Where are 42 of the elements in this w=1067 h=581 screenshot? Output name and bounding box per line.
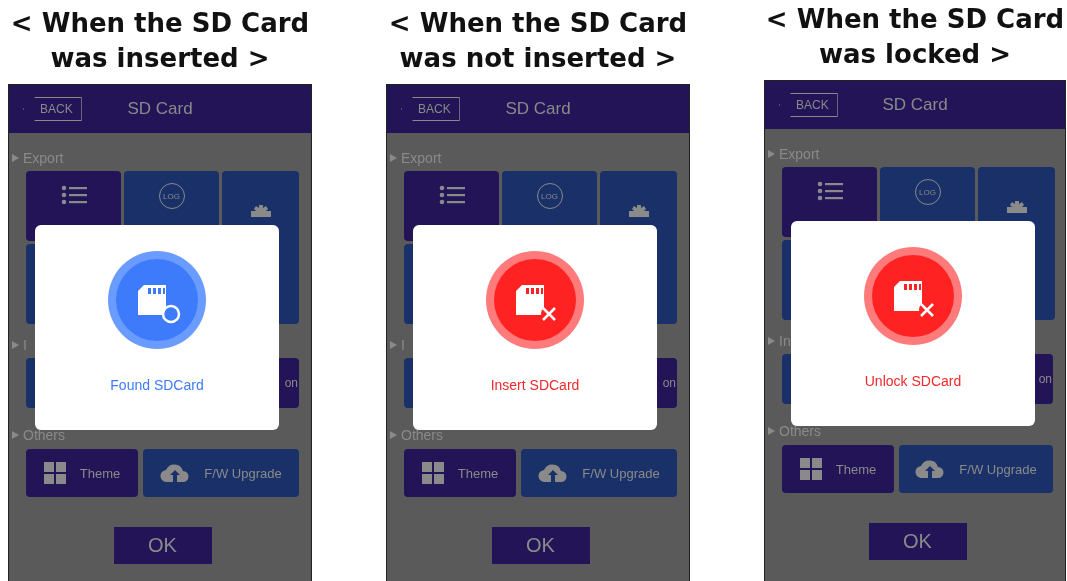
status-message: Found SDCard: [110, 377, 204, 393]
screen-title: SD Card: [505, 99, 571, 119]
grid-icon: [43, 462, 66, 484]
triangle-icon: [390, 431, 397, 439]
tile-label: on: [1038, 372, 1052, 386]
tile-label: on: [284, 376, 298, 390]
caption-heading: < When the SD Card was inserted >: [9, 7, 311, 75]
ok-button[interactable]: OK: [868, 523, 967, 560]
sd-card-icon: [486, 251, 584, 349]
theme-button[interactable]: Theme: [26, 449, 138, 497]
theme-button[interactable]: Theme: [404, 449, 516, 497]
upgrade-button[interactable]: F/W Upgrade: [899, 445, 1053, 493]
triangle-icon: [390, 341, 397, 349]
tile-label: on: [662, 376, 676, 390]
cloud-upload-icon: [538, 464, 569, 482]
triangle-icon: [12, 341, 19, 349]
list-icon: [60, 185, 87, 205]
ok-button[interactable]: OK: [113, 527, 212, 564]
ok-button[interactable]: OK: [491, 527, 590, 564]
triangle-icon: [768, 427, 775, 435]
sd-card-icon: [864, 247, 962, 345]
sd-card-icon: [108, 251, 206, 349]
theme-button[interactable]: Theme: [782, 445, 894, 493]
screen-title: SD Card: [882, 95, 948, 115]
status-message: Unlock SDCard: [864, 373, 962, 389]
triangle-icon: [768, 337, 775, 345]
cloud-upload-icon: [160, 464, 191, 482]
caption-heading: < When the SD Card was not inserted >: [387, 7, 689, 75]
cloud-upload-icon: [915, 460, 946, 478]
status-message: Insert SDCard: [490, 377, 580, 393]
grid-icon: [799, 458, 822, 480]
triangle-icon: [390, 154, 397, 162]
caption-heading: < When the SD Card was locked >: [764, 3, 1066, 71]
screen-title: SD Card: [127, 99, 193, 119]
triangle-icon: [12, 154, 19, 162]
triangle-icon: [12, 431, 19, 439]
list-icon: [816, 181, 843, 201]
upgrade-button[interactable]: F/W Upgrade: [521, 449, 677, 497]
grid-icon: [421, 462, 444, 484]
triangle-icon: [768, 150, 775, 158]
list-icon: [438, 185, 465, 205]
upgrade-button[interactable]: F/W Upgrade: [143, 449, 299, 497]
